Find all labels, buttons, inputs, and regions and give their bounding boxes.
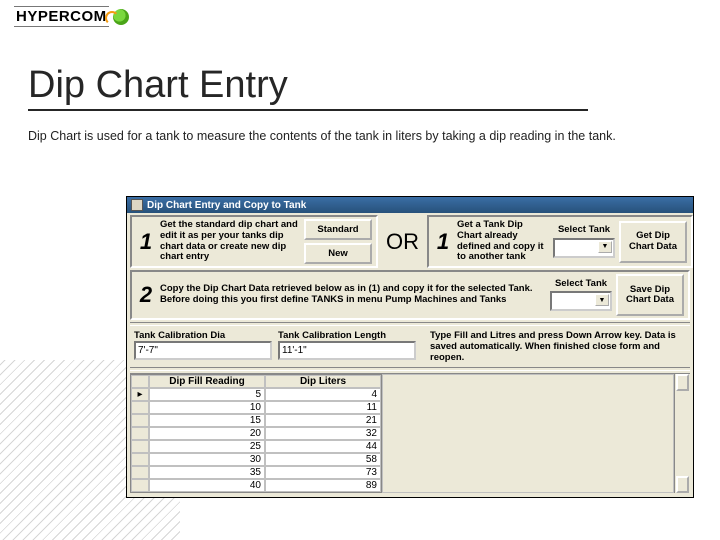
row-selector[interactable] [131, 427, 149, 440]
step-1b-select-label: Select Tank [558, 225, 610, 236]
row-selector[interactable] [131, 401, 149, 414]
grid-cell[interactable]: 10 [149, 401, 265, 414]
calib-dia-label: Tank Calibration Dia [134, 330, 272, 341]
step-1b-text: Get a Tank Dip Chart already defined and… [457, 220, 549, 264]
grid-cell[interactable]: 58 [265, 453, 381, 466]
window-titlebar[interactable]: Dip Chart Entry and Copy to Tank [127, 197, 693, 213]
step-2-select-label: Select Tank [555, 279, 607, 290]
grid-col-fill: Dip Fill Reading [149, 375, 265, 388]
standard-button[interactable]: Standard [304, 219, 372, 240]
window-icon [131, 199, 143, 211]
grid-cell[interactable]: 4 [265, 388, 381, 401]
step-1a-panel: 1 Get the standard dip chart and edit it… [130, 215, 378, 268]
calibration-row: Tank Calibration Dia 7'-7" Tank Calibrat… [130, 328, 690, 365]
grid-cell[interactable]: 15 [149, 414, 265, 427]
step-1b-panel: 1 Get a Tank Dip Chart already defined a… [427, 215, 693, 268]
logo-icon [113, 9, 129, 25]
grid-cell[interactable]: 25 [149, 440, 265, 453]
row-selector[interactable] [131, 466, 149, 479]
grid-cell[interactable]: 89 [265, 479, 381, 492]
separator [130, 322, 690, 326]
step-2-number: 2 [136, 282, 156, 308]
get-dip-chart-button[interactable]: Get Dip Chart Data [619, 221, 687, 263]
grid-cell[interactable]: 40 [149, 479, 265, 492]
step-1b-number: 1 [433, 229, 453, 255]
calib-note: Type Fill and Litres and press Down Arro… [422, 330, 686, 363]
grid-cell[interactable]: 21 [265, 414, 381, 427]
step-1b-tank-select[interactable] [553, 238, 615, 258]
calib-len-label: Tank Calibration Length [278, 330, 416, 341]
grid-cell[interactable]: 44 [265, 440, 381, 453]
row-selector[interactable] [131, 453, 149, 466]
step-1a-text: Get the standard dip chart and edit it a… [160, 220, 300, 264]
window-title: Dip Chart Entry and Copy to Tank [147, 200, 306, 211]
row-selector[interactable]: ▸ [131, 388, 149, 401]
logo-text: HYPERCOM [14, 6, 109, 27]
row-selector[interactable] [131, 414, 149, 427]
step-2-text: Copy the Dip Chart Data retrieved below … [160, 284, 546, 306]
page-subtitle: Dip Chart is used for a tank to measure … [28, 129, 692, 143]
row-selector[interactable] [131, 479, 149, 492]
grid-corner [131, 375, 149, 388]
grid-cell[interactable]: 32 [265, 427, 381, 440]
grid-cell[interactable]: 20 [149, 427, 265, 440]
grid-cell[interactable]: 73 [265, 466, 381, 479]
logo: HYPERCOM [14, 6, 129, 27]
grid-cell[interactable]: 30 [149, 453, 265, 466]
calib-dia-input[interactable]: 7'-7" [134, 341, 272, 360]
step-2-tank-select[interactable] [550, 291, 612, 311]
or-label: OR [382, 229, 423, 255]
save-dip-chart-button[interactable]: Save Dip Chart Data [616, 274, 684, 316]
step-2-panel: 2 Copy the Dip Chart Data retrieved belo… [130, 270, 690, 320]
grid-col-liters: Dip Liters [265, 375, 381, 388]
dip-chart-window: Dip Chart Entry and Copy to Tank 1 Get t… [126, 196, 694, 498]
step-1a-number: 1 [136, 229, 156, 255]
separator [130, 367, 690, 371]
calib-len-input[interactable]: 11'-1" [278, 341, 416, 360]
page-title: Dip Chart Entry [28, 64, 588, 111]
grid-cell[interactable]: 11 [265, 401, 381, 414]
grid-cell[interactable]: 5 [149, 388, 265, 401]
new-button[interactable]: New [304, 243, 372, 264]
row-selector[interactable] [131, 440, 149, 453]
grid-scrollbar[interactable] [674, 374, 690, 493]
dip-chart-grid: Dip Fill Reading Dip Liters ▸54 1011 152… [130, 373, 690, 493]
grid-empty-area [382, 374, 674, 493]
grid-cell[interactable]: 35 [149, 466, 265, 479]
